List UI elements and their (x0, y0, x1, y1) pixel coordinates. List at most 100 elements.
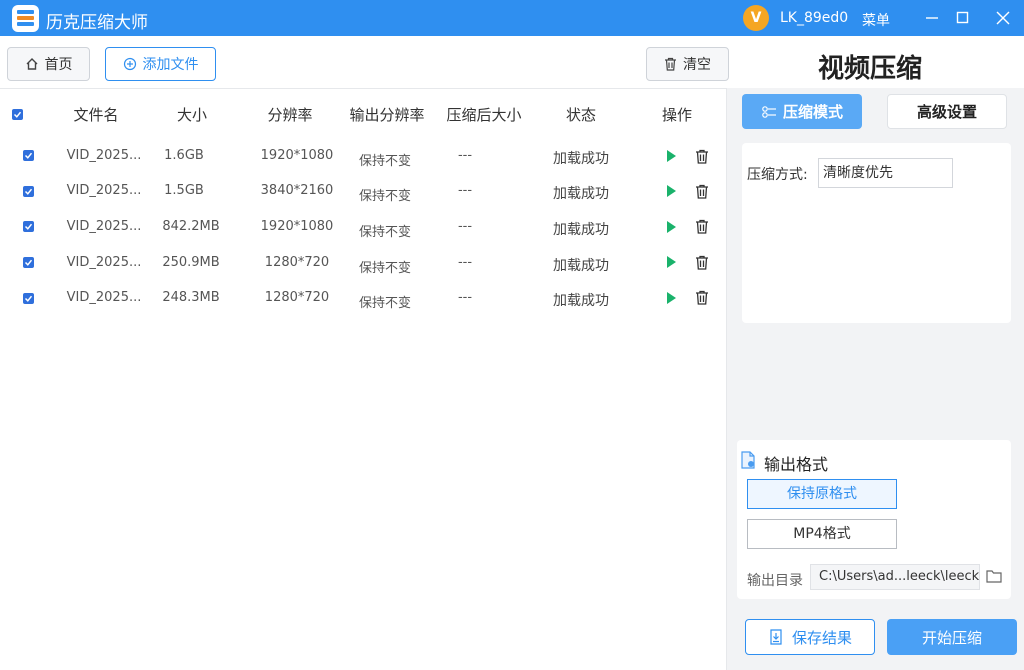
column-header-output-resolution: 输出分辨率 (349, 106, 425, 124)
play-icon[interactable] (667, 221, 676, 233)
add-file-label: 添加文件 (142, 57, 199, 73)
column-header-resolution: 分辨率 (267, 106, 313, 124)
row-filename: VID_2025... (66, 290, 142, 305)
row-output-resolution[interactable]: 保持不变 (352, 292, 418, 311)
check-icon (24, 152, 33, 159)
save-result-button[interactable]: 保存结果 (745, 619, 875, 655)
row-size: 1.6GB (164, 148, 204, 163)
row-compressed-size: --- (457, 148, 473, 163)
row-resolution: 3840*2160 (260, 183, 334, 198)
output-dir-label: 输出目录 (747, 573, 803, 589)
row-output-resolution[interactable]: 保持不变 (352, 257, 418, 276)
file-format-icon (741, 451, 755, 469)
sliders-icon (762, 105, 776, 118)
row-compressed-size: --- (457, 219, 473, 234)
row-status: 加载成功 (553, 258, 609, 274)
menu-button[interactable]: 菜单 (862, 10, 890, 30)
column-header-actions: 操作 (661, 106, 692, 124)
start-compress-button[interactable]: 开始压缩 (887, 619, 1017, 655)
minimize-icon (926, 17, 938, 19)
maximize-button[interactable] (948, 4, 978, 32)
tab-advanced-settings-label: 高级设置 (916, 103, 977, 121)
column-header-status: 状态 (565, 106, 596, 124)
row-size: 248.3MB (162, 290, 220, 305)
row-compressed-size: --- (457, 183, 473, 198)
delete-icon[interactable] (695, 255, 709, 270)
compression-method-label: 压缩方式: (747, 167, 808, 183)
row-compressed-size: --- (457, 290, 473, 305)
row-size: 250.9MB (162, 255, 220, 270)
check-icon (24, 188, 33, 195)
row-checkbox[interactable] (23, 257, 34, 268)
tab-advanced-settings[interactable]: 高级设置 (887, 94, 1007, 129)
save-result-label: 保存结果 (791, 628, 852, 647)
row-status: 加载成功 (553, 151, 609, 167)
start-compress-label: 开始压缩 (921, 628, 982, 647)
close-button[interactable] (988, 4, 1018, 32)
check-icon (24, 259, 33, 266)
home-label: 首页 (44, 57, 73, 73)
row-checkbox[interactable] (23, 221, 34, 232)
delete-icon[interactable] (695, 149, 709, 164)
row-status: 加载成功 (553, 222, 609, 238)
minimize-button[interactable] (917, 4, 947, 32)
row-output-resolution[interactable]: 保持不变 (352, 150, 418, 169)
clear-label: 清空 (683, 57, 711, 73)
delete-icon[interactable] (695, 290, 709, 305)
add-file-button[interactable]: 添加文件 (105, 47, 216, 81)
keep-format-option[interactable]: 保持原格式 (747, 479, 897, 509)
column-header-compressed-size: 压缩后大小 (446, 106, 522, 124)
row-resolution: 1920*1080 (260, 219, 334, 234)
row-checkbox[interactable] (23, 186, 34, 197)
section-title: 视频压缩 (818, 54, 923, 84)
play-icon[interactable] (667, 256, 676, 268)
output-dir-field[interactable]: C:\Users\ad...leeck\leeck (810, 564, 980, 590)
row-filename: VID_2025... (66, 219, 142, 234)
output-format-title: 输出格式 (764, 455, 829, 474)
maximize-icon (956, 11, 969, 24)
home-icon (26, 58, 37, 70)
toolbar-divider (0, 88, 726, 89)
check-icon (24, 223, 33, 230)
home-button[interactable]: 首页 (7, 47, 90, 81)
row-filename: VID_2025... (66, 183, 142, 198)
row-status: 加载成功 (553, 186, 609, 202)
row-resolution: 1280*720 (264, 290, 330, 305)
play-icon[interactable] (667, 292, 676, 304)
user-avatar[interactable]: V (743, 5, 769, 31)
play-icon[interactable] (667, 185, 676, 197)
row-filename: VID_2025... (66, 148, 142, 163)
app-logo-icon (12, 5, 39, 32)
play-icon[interactable] (667, 150, 676, 162)
select-all-checkbox[interactable] (12, 109, 23, 120)
save-icon (770, 629, 782, 645)
folder-icon[interactable] (986, 569, 1002, 583)
username-label[interactable]: LK_89ed0 (780, 10, 848, 26)
app-title: 历克压缩大师 (46, 13, 148, 33)
delete-icon[interactable] (695, 184, 709, 199)
column-header-filename: 文件名 (73, 106, 119, 124)
add-circle-icon (123, 57, 136, 71)
row-output-resolution[interactable]: 保持不变 (352, 221, 418, 240)
row-resolution: 1920*1080 (260, 148, 334, 163)
row-checkbox[interactable] (23, 150, 34, 161)
row-resolution: 1280*720 (264, 255, 330, 270)
tab-compression-mode[interactable]: 压缩模式 (742, 94, 862, 129)
row-size: 842.2MB (162, 219, 220, 234)
delete-icon[interactable] (695, 219, 709, 234)
check-icon (24, 295, 33, 302)
row-checkbox[interactable] (23, 293, 34, 304)
mp4-format-option[interactable]: MP4格式 (747, 519, 897, 549)
clear-button[interactable]: 清空 (646, 47, 729, 81)
row-filename: VID_2025... (66, 255, 142, 270)
title-bar: 历克压缩大师 V LK_89ed0 菜单 (0, 0, 1024, 36)
compression-method-select[interactable]: 清晰度优先 (818, 158, 953, 188)
check-icon (13, 111, 22, 118)
row-compressed-size: --- (457, 255, 473, 270)
close-icon (996, 11, 1010, 25)
row-output-resolution[interactable]: 保持不变 (352, 185, 418, 204)
row-size: 1.5GB (164, 183, 204, 198)
trash-icon (665, 57, 676, 71)
column-header-size: 大小 (176, 106, 207, 124)
tab-compression-mode-label: 压缩模式 (782, 103, 843, 121)
